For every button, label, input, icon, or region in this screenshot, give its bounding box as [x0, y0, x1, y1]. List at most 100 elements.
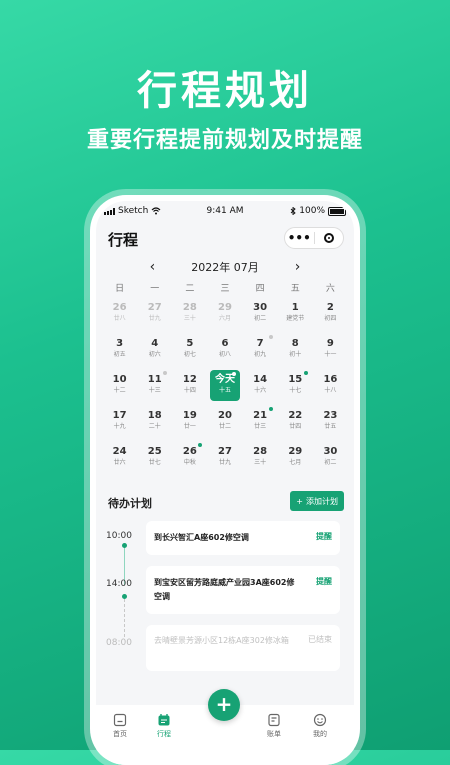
calendar-day[interactable]: 22 廿四 — [278, 405, 313, 441]
calendar-day[interactable]: 6 初八 — [207, 333, 242, 369]
day-number: 29 — [218, 302, 232, 313]
more-dots-icon[interactable]: ••• — [285, 232, 314, 244]
calendar-week-row: 24 廿六 25 廿七 26 中秋 27 廿九 28 三十 29 七月 30 初二 — [102, 441, 348, 477]
calendar-day[interactable]: 5 初七 — [172, 333, 207, 369]
calendar-day[interactable]: 24 廿六 — [102, 441, 137, 477]
calendar-day[interactable]: 2 初四 — [313, 297, 348, 333]
lunar-label: 初二 — [254, 315, 267, 322]
next-month-chevron-icon[interactable]: › — [295, 259, 301, 275]
lunar-label: 廿四 — [289, 423, 302, 430]
calendar-day[interactable]: 8 初十 — [278, 333, 313, 369]
calendar-day[interactable]: 12 十四 — [172, 369, 207, 405]
weekday-label: 五 — [290, 284, 300, 294]
weekday-label: 三 — [220, 284, 230, 294]
calendar-day[interactable]: 29 六月 — [207, 297, 242, 333]
plan-card[interactable]: 去晴壁景芳源小区12栋A座302修冰箱 已结束 — [146, 625, 340, 671]
tab-label: 行程 — [157, 730, 171, 738]
calendar-day[interactable]: 14 十六 — [243, 369, 278, 405]
day-number: 30 — [253, 302, 268, 313]
day-number: 14 — [253, 374, 268, 385]
calendar-day[interactable]: 1 建党节 — [278, 297, 313, 333]
lunar-label: 三十 — [254, 459, 267, 466]
calendar-day[interactable]: 19 廿一 — [172, 405, 207, 441]
calendar-day[interactable]: 27 廿九 — [137, 297, 172, 333]
day-number: 1 — [291, 302, 299, 313]
lunar-label: 六月 — [218, 315, 231, 322]
calendar-day[interactable]: 16 十八 — [313, 369, 348, 405]
calendar-day[interactable]: 28 三十 — [243, 441, 278, 477]
calendar-day[interactable]: 28 三十 — [172, 297, 207, 333]
lunar-label: 二十 — [148, 423, 161, 430]
smile-icon — [313, 713, 327, 727]
calendar-day[interactable]: 17 十九 — [102, 405, 137, 441]
plan-card[interactable]: 到宝安区留芳路庭威产业园3A座602修空调 提醒 — [146, 566, 340, 614]
calendar-day[interactable]: 27 廿九 — [207, 441, 242, 477]
calendar-day[interactable]: 3 初五 — [102, 333, 137, 369]
calendar-day[interactable]: 18 二十 — [137, 405, 172, 441]
mini-program-capsule: ••• — [284, 227, 344, 249]
day-number: 28 — [253, 446, 268, 457]
bluetooth-icon — [290, 207, 296, 215]
month-switcher: ‹ 2022年 07月 › — [96, 257, 354, 277]
record-button[interactable] — [315, 233, 344, 243]
calendar-day[interactable]: 20 廿二 — [207, 405, 242, 441]
remind-button[interactable]: 提醒 — [316, 531, 332, 542]
bill-icon — [268, 713, 280, 727]
tab-label: 首页 — [113, 730, 127, 738]
plan-time: 14:00 — [106, 579, 132, 589]
calendar-day[interactable]: 4 初六 — [137, 333, 172, 369]
event-dot — [268, 335, 273, 339]
calendar-week-row: 10 十二 11 十三 12 十四 今天 十五 14 十六 15 十七 16 十八 — [102, 369, 348, 405]
calendar-week-row: 26 廿八 27 廿九 28 三十 29 六月 30 初二 1 建党节 2 初四 — [102, 297, 348, 333]
day-number: 9 — [326, 338, 334, 349]
calendar-day[interactable]: 29 七月 — [278, 441, 313, 477]
plan-card[interactable]: 到长兴智汇A座602修空调 提醒 — [146, 521, 340, 555]
tab-schedule[interactable]: 行程 — [144, 713, 184, 739]
lunar-label: 廿九 — [218, 459, 231, 466]
plan-text: 到长兴智汇A座602修空调 — [154, 533, 249, 542]
lunar-label: 十八 — [324, 387, 337, 394]
day-number: 11 — [147, 374, 162, 385]
calendar-icon — [158, 714, 170, 726]
day-number: 18 — [147, 410, 162, 421]
day-number: 28 — [182, 302, 197, 313]
day-number: 25 — [147, 446, 162, 457]
calendar-day[interactable]: 9 十一 — [313, 333, 348, 369]
plus-icon: + — [296, 496, 303, 506]
lunar-label: 十九 — [113, 423, 126, 430]
weekday-label: 二 — [185, 284, 195, 294]
plans-header: 待办计划 + 添加计划 — [108, 491, 344, 515]
day-number: 3 — [116, 338, 124, 349]
calendar-day[interactable]: 15 十七 — [278, 369, 313, 405]
weekday-label: 日 — [115, 284, 125, 294]
prev-month-chevron-icon[interactable]: ‹ — [150, 259, 156, 275]
calendar-day[interactable]: 23 廿五 — [313, 405, 348, 441]
tab-home[interactable]: 首页 — [100, 713, 140, 739]
lunar-label: 十七 — [289, 387, 302, 394]
app-screen: Sketch 9:41 AM 100% 行程 ••• ‹ 2022年 07月 › — [96, 201, 354, 765]
calendar-day[interactable]: 30 初二 — [243, 297, 278, 333]
calendar-day[interactable]: 21 廿三 — [243, 405, 278, 441]
calendar-day[interactable]: 11 十三 — [137, 369, 172, 405]
calendar-day-today[interactable]: 今天 十五 — [207, 369, 242, 405]
lunar-label: 十三 — [148, 387, 161, 394]
day-number: 24 — [112, 446, 127, 457]
add-fab-button[interactable]: + — [208, 689, 240, 721]
plan-text: 到宝安区留芳路庭威产业园3A座602修空调 — [154, 578, 295, 601]
lunar-label: 廿八 — [113, 315, 126, 322]
plan-time: 08:00 — [106, 638, 132, 648]
day-number: 23 — [323, 410, 338, 421]
add-plan-button[interactable]: + 添加计划 — [290, 491, 344, 511]
lunar-label: 十二 — [113, 387, 126, 394]
lunar-label: 初六 — [148, 351, 161, 358]
remind-button[interactable]: 提醒 — [316, 576, 332, 587]
tab-bill[interactable]: 账单 — [254, 713, 294, 739]
tab-profile[interactable]: 我的 — [300, 713, 340, 739]
calendar-day[interactable]: 26 中秋 — [172, 441, 207, 477]
calendar-day[interactable]: 26 廿八 — [102, 297, 137, 333]
calendar-day[interactable]: 25 廿七 — [137, 441, 172, 477]
calendar-day[interactable]: 30 初二 — [313, 441, 348, 477]
calendar-day[interactable]: 7 初九 — [243, 333, 278, 369]
hero-title: 行程规划 — [137, 68, 313, 114]
calendar-day[interactable]: 10 十二 — [102, 369, 137, 405]
